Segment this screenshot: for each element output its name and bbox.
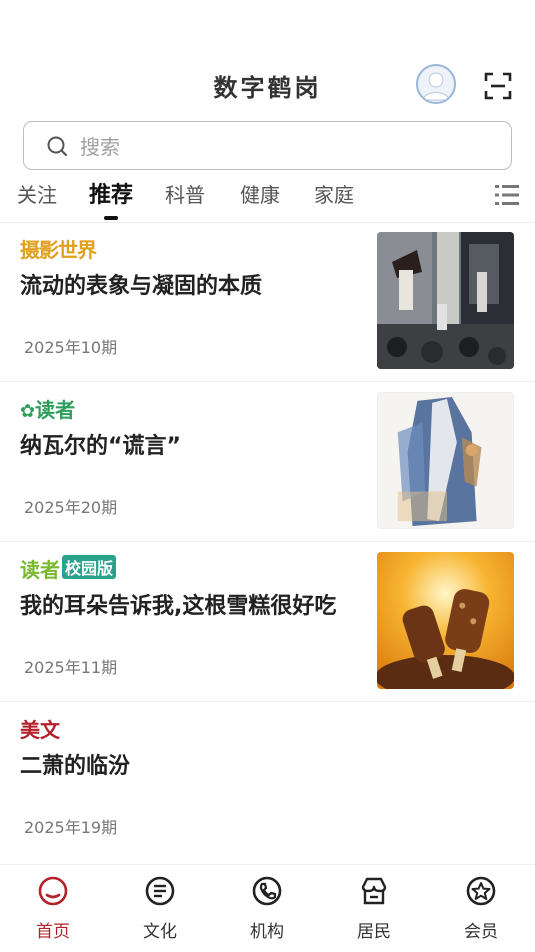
nav-institution[interactable]: 机构 xyxy=(227,875,307,945)
tab-recommend[interactable]: 推荐 xyxy=(89,177,133,209)
shop-icon xyxy=(361,877,387,905)
source-logo: 美文 xyxy=(20,718,60,742)
tab-science[interactable]: 科普 xyxy=(165,179,205,208)
bottom-navigation: 首页 文化 机构 居民 会员 xyxy=(0,864,535,952)
document-icon xyxy=(145,876,175,906)
tab-family[interactable]: 家庭 xyxy=(314,179,354,208)
article-title: 我的耳朵告诉我,这根雪糕很好吃 xyxy=(20,594,337,619)
article-title: 流动的表象与凝固的本质 xyxy=(20,274,263,299)
active-tab-indicator xyxy=(104,216,118,220)
article-item[interactable]: 美文 二萧的临汾 2025年19期 xyxy=(0,702,535,864)
home-icon xyxy=(38,876,68,906)
source-logo: 读者 校园版 xyxy=(20,554,117,582)
nav-home[interactable]: 首页 xyxy=(13,875,93,945)
article-thumbnail xyxy=(377,232,514,369)
source-logo: ✿读者 xyxy=(20,398,76,422)
nav-residents[interactable]: 居民 xyxy=(334,875,414,945)
category-tabs: 关注 推荐 科普 健康 家庭 xyxy=(0,176,535,223)
article-thumbnail xyxy=(377,552,514,689)
tab-health[interactable]: 健康 xyxy=(240,179,280,208)
avatar[interactable] xyxy=(416,64,456,104)
list-menu-icon[interactable] xyxy=(494,182,520,208)
nav-member[interactable]: 会员 xyxy=(441,875,521,945)
issue-label: 2025年10期 xyxy=(24,338,118,357)
article-item[interactable]: 摄影世界 流动的表象与凝固的本质 2025年10期 xyxy=(0,222,535,382)
scan-icon[interactable] xyxy=(484,72,512,100)
article-thumbnail xyxy=(377,392,514,529)
article-title: 纳瓦尔的“谎言” xyxy=(20,434,181,459)
issue-label: 2025年11期 xyxy=(24,658,118,677)
source-logo: 摄影世界 xyxy=(20,238,97,262)
phone-icon xyxy=(252,876,282,906)
app-header: 数字鹤岗 xyxy=(0,60,535,112)
search-icon xyxy=(47,136,68,157)
nav-culture[interactable]: 文化 xyxy=(120,875,200,945)
user-icon xyxy=(422,72,450,101)
leaf-logo-icon: ✿ xyxy=(20,401,36,422)
issue-label: 2025年19期 xyxy=(24,818,118,837)
article-item[interactable]: 读者 校园版 我的耳朵告诉我,这根雪糕很好吃 2025年11期 xyxy=(0,542,535,702)
search-input[interactable] xyxy=(78,130,482,164)
article-title: 二萧的临汾 xyxy=(20,754,131,779)
issue-label: 2025年20期 xyxy=(24,498,118,517)
search-bar[interactable] xyxy=(23,121,512,170)
tab-follow[interactable]: 关注 xyxy=(17,179,57,208)
source-badge: 校园版 xyxy=(62,555,117,579)
article-item[interactable]: ✿读者 纳瓦尔的“谎言” 2025年20期 xyxy=(0,382,535,542)
star-badge-icon xyxy=(466,876,496,906)
